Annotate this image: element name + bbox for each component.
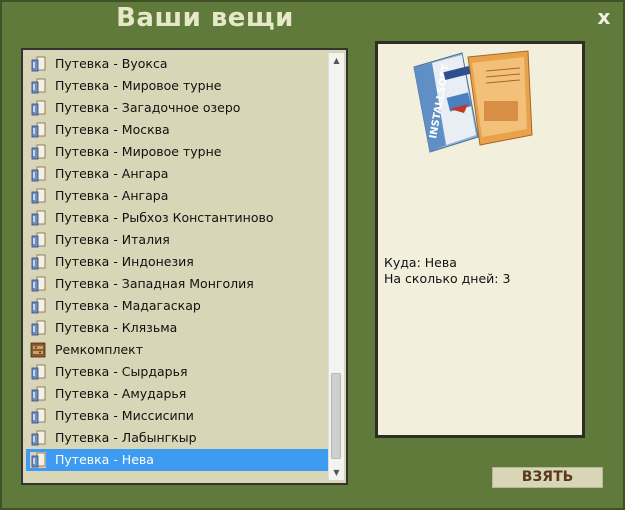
list-item-label: Путевка - Вуокса <box>55 56 168 71</box>
item-detail-panel: INSTALLSOFT Куда: Нева На сколько дней: … <box>375 41 585 438</box>
close-button[interactable]: x <box>593 6 615 28</box>
item-details: Куда: Нева На сколько дней: 3 <box>384 255 510 287</box>
voucher-icon <box>30 122 46 138</box>
voucher-icon <box>30 210 46 226</box>
scroll-up-arrow-icon[interactable]: ▲ <box>329 53 344 68</box>
list-item[interactable]: Путевка - Ангара <box>26 185 329 207</box>
voucher-icon <box>30 78 46 94</box>
list-item[interactable]: Путевка - Италия <box>26 229 329 251</box>
list-item[interactable]: Путевка - Нева <box>26 449 329 471</box>
list-item[interactable]: Путевка - Вуокса <box>26 53 329 75</box>
list-item-label: Путевка - Амударья <box>55 386 187 401</box>
list-item-label: Путевка - Италия <box>55 232 170 247</box>
list-item[interactable]: Путевка - Ангара <box>26 163 329 185</box>
voucher-icon <box>30 254 46 270</box>
list-item-label: Путевка - Мировое турне <box>55 78 222 93</box>
voucher-icon <box>30 276 46 292</box>
list-item-label: Путевка - Индонезия <box>55 254 194 269</box>
voucher-icon <box>30 56 46 72</box>
list-item[interactable]: Путевка - Мировое турне <box>26 141 329 163</box>
list-item[interactable]: Путевка - Загадочное озеро <box>26 97 329 119</box>
voucher-icon <box>30 452 46 468</box>
list-item[interactable]: Путевка - Сырдарья <box>26 361 329 383</box>
list-item-label: Путевка - Нева <box>55 452 154 467</box>
list-item-label: Ремкомплект <box>55 342 143 357</box>
take-button[interactable]: ВЗЯТЬ <box>492 467 603 488</box>
list-item-label: Путевка - Мадагаскар <box>55 298 201 313</box>
voucher-icon <box>30 298 46 314</box>
list-item[interactable]: Путевка - Индонезия <box>26 251 329 273</box>
inventory-list-panel: Путевка - Вуокса Путевка - Мировое турне П… <box>21 48 348 485</box>
list-item-label: Путевка - Мировое турне <box>55 144 222 159</box>
voucher-icon <box>30 364 46 380</box>
destination-text: Куда: Нева <box>384 255 457 270</box>
list-item-label: Путевка - Москва <box>55 122 170 137</box>
voucher-icon <box>30 408 46 424</box>
list-item[interactable]: Путевка - Лабынгкыр <box>26 427 329 449</box>
voucher-icon <box>30 232 46 248</box>
inventory-list[interactable]: Путевка - Вуокса Путевка - Мировое турне П… <box>26 53 329 480</box>
list-item[interactable]: Путевка - Клязьма <box>26 317 329 339</box>
list-item-label: Путевка - Ангара <box>55 188 169 203</box>
duration-text: На сколько дней: 3 <box>384 271 511 286</box>
list-item[interactable]: Путевка - Амударья <box>26 383 329 405</box>
voucher-icon <box>30 430 46 446</box>
voucher-icon <box>30 100 46 116</box>
list-item-label: Путевка - Ангара <box>55 166 169 181</box>
list-item-label: Путевка - Западная Монголия <box>55 276 254 291</box>
window-title: Ваши вещи <box>116 3 294 33</box>
travel-brochure-image: INSTALLSOFT <box>410 49 534 154</box>
list-item-label: Путевка - Рыбхоз Константиново <box>55 210 274 225</box>
voucher-icon <box>30 144 46 160</box>
voucher-icon <box>30 188 46 204</box>
list-item-label: Путевка - Лабынгкыр <box>55 430 197 445</box>
list-item[interactable]: Путевка - Москва <box>26 119 329 141</box>
list-item[interactable]: Ремкомплект <box>26 339 329 361</box>
scroll-down-arrow-icon[interactable]: ▼ <box>329 465 344 480</box>
list-scrollbar[interactable]: ▲ ▼ <box>328 53 344 480</box>
list-item-label: Путевка - Клязьма <box>55 320 178 335</box>
voucher-icon <box>30 320 46 336</box>
repair-kit-icon <box>30 342 46 358</box>
list-item[interactable]: Путевка - Миссисипи <box>26 405 329 427</box>
list-item-label: Путевка - Сырдарья <box>55 364 188 379</box>
scrollbar-thumb[interactable] <box>331 373 341 459</box>
list-item[interactable]: Путевка - Мировое турне <box>26 75 329 97</box>
list-item[interactable]: Путевка - Западная Монголия <box>26 273 329 295</box>
list-item-label: Путевка - Загадочное озеро <box>55 100 241 115</box>
list-item[interactable]: Путевка - Мадагаскар <box>26 295 329 317</box>
voucher-icon <box>30 386 46 402</box>
list-item-label: Путевка - Миссисипи <box>55 408 194 423</box>
voucher-icon <box>30 166 46 182</box>
list-item[interactable]: Путевка - Рыбхоз Константиново <box>26 207 329 229</box>
